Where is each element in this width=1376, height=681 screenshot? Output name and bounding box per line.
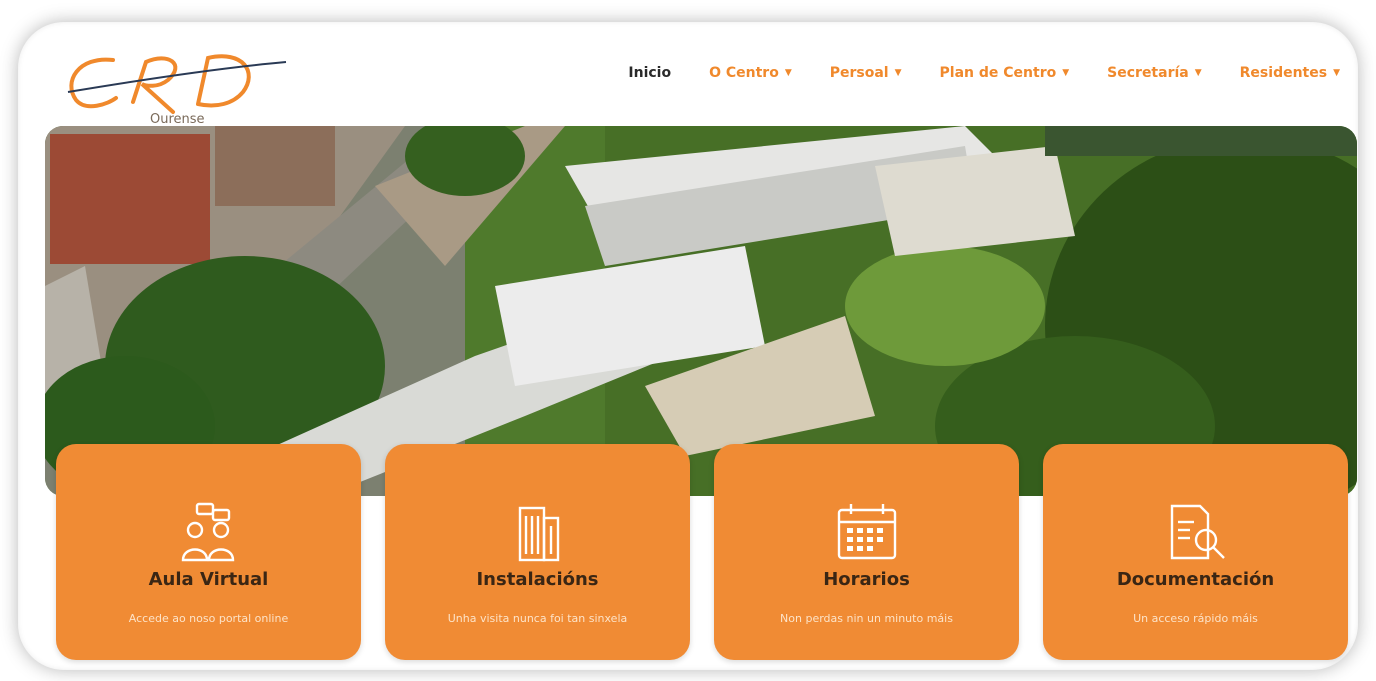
main-navigation: Inicio O Centro ▼ Persoal ▼ Plan de Cent…: [590, 65, 1340, 81]
nav-item-label: Residentes: [1239, 65, 1328, 81]
nav-item-persoal[interactable]: Persoal ▼: [830, 65, 902, 81]
building-icon: [518, 506, 559, 562]
nav-item-o-centro[interactable]: O Centro ▼: [709, 65, 792, 81]
caret-down-icon: ▼: [784, 68, 792, 78]
page-frame: Ourense Inicio O Centro ▼ Persoal ▼ Plan…: [18, 22, 1358, 670]
card-title: Instalacións: [476, 569, 599, 590]
card-title: Aula Virtual: [148, 569, 269, 590]
users-chat-icon: [181, 502, 234, 562]
hero-aerial-image: [45, 126, 1357, 496]
caret-down-icon: ▼: [1062, 68, 1070, 78]
card-aula-virtual[interactable]: Aula Virtual Accede ao noso portal onlin…: [56, 444, 361, 660]
nav-item-inicio[interactable]: Inicio: [628, 65, 671, 81]
nav-item-plan-de-centro[interactable]: Plan de Centro ▼: [940, 65, 1070, 81]
calendar-icon: [837, 504, 896, 560]
nav-item-residentes[interactable]: Residentes ▼: [1240, 65, 1340, 81]
card-subtitle: Non perdas nin un minuto máis: [780, 612, 953, 625]
nav-item-secretaria[interactable]: Secretaría ▼: [1107, 65, 1202, 81]
nav-item-label: Persoal: [829, 65, 889, 81]
document-search-icon: [1170, 504, 1225, 560]
nav-item-label: Inicio: [628, 65, 672, 81]
aerial-campus-illustration: [45, 126, 1357, 496]
card-subtitle: Accede ao noso portal online: [128, 612, 289, 625]
nav-item-label: Plan de Centro: [939, 65, 1057, 81]
card-horarios[interactable]: Horarios Non perdas nin un minuto máis: [714, 444, 1019, 660]
logo-subtitle: Ourense: [150, 112, 205, 127]
card-instalacions[interactable]: Instalacións Unha visita nunca foi tan s…: [385, 444, 690, 660]
card-documentacion[interactable]: Documentación Un acceso rápido máis: [1043, 444, 1348, 660]
caret-down-icon: ▼: [1333, 68, 1340, 78]
nav-item-label: O Centro: [709, 65, 779, 81]
caret-down-icon: ▼: [1194, 68, 1202, 78]
nav-item-label: Secretaría: [1107, 65, 1189, 81]
card-subtitle: Un acceso rápido máis: [1133, 612, 1258, 625]
card-title: Horarios: [823, 569, 910, 590]
card-title: Documentación: [1116, 569, 1275, 590]
card-subtitle: Unha visita nunca foi tan sinxela: [447, 612, 628, 625]
caret-down-icon: ▼: [894, 68, 902, 78]
quick-access-cards: Aula Virtual Accede ao noso portal onlin…: [56, 444, 1350, 660]
